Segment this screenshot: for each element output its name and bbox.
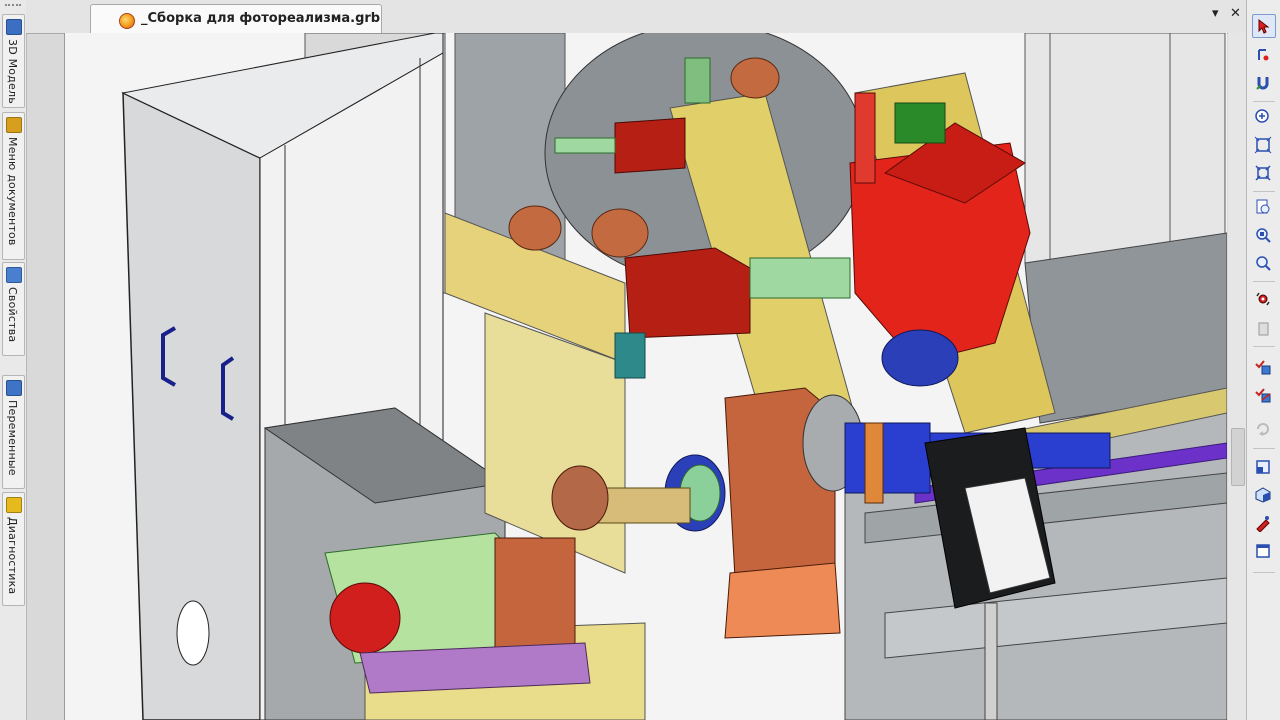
tab-list-dropdown[interactable]: ▾ xyxy=(1212,6,1219,21)
copy-view-icon xyxy=(1258,322,1269,336)
view-cube-button[interactable] xyxy=(1252,456,1274,478)
fit-window-icon xyxy=(1254,136,1272,154)
toolbar-separator xyxy=(1253,191,1275,192)
tab-document-menu[interactable]: Меню документов xyxy=(2,112,25,260)
document-tab-title: _Сборка для фотореализма.grb xyxy=(141,11,381,26)
viewport-scrollbar[interactable] xyxy=(1228,33,1246,720)
tab-diagnostics[interactable]: Диагностика xyxy=(2,492,25,606)
refresh-button[interactable] xyxy=(1252,418,1274,440)
frame-button[interactable] xyxy=(1252,540,1274,562)
select-button[interactable] xyxy=(1252,14,1276,38)
tab-3d-model-label: 3D Модель xyxy=(6,39,19,104)
tab-variables[interactable]: Переменные xyxy=(2,375,25,489)
select-icon xyxy=(1258,18,1270,34)
frame-icon xyxy=(1256,544,1270,558)
tab-diagnostics-label: Диагностика xyxy=(6,517,19,595)
zoom-page-button[interactable] xyxy=(1252,196,1274,218)
left-dock-panel: 3D Модель Меню документов Свойства Перем… xyxy=(0,0,27,720)
toolbar-separator xyxy=(1253,281,1275,282)
tab-properties[interactable]: Свойства xyxy=(2,262,25,356)
refresh-icon xyxy=(1257,423,1269,436)
view-cube-icon xyxy=(1256,460,1270,474)
3d-viewport[interactable] xyxy=(64,33,1227,720)
toolbar-separator xyxy=(1253,448,1275,449)
visibility-icon xyxy=(1255,360,1271,375)
render-button[interactable] xyxy=(1252,512,1274,534)
render-icon xyxy=(1256,516,1270,532)
zoom-out-button[interactable] xyxy=(1252,252,1274,274)
document-menu-icon xyxy=(6,117,22,133)
machine-3d-render[interactable] xyxy=(65,33,1227,720)
zoom-extents-button[interactable] xyxy=(1252,162,1274,184)
assembly-document-icon xyxy=(119,13,135,29)
toolbar-separator xyxy=(1253,346,1275,347)
rotate-button[interactable] xyxy=(1252,288,1274,310)
magnet-icon xyxy=(1256,77,1269,90)
dock-grip[interactable] xyxy=(5,4,21,10)
zoom-page-icon xyxy=(1256,199,1270,214)
zoom-in-button[interactable] xyxy=(1252,106,1274,128)
tab-properties-label: Свойства xyxy=(6,287,19,343)
zoom-out-icon xyxy=(1256,256,1271,271)
zoom-in-icon xyxy=(1255,109,1269,123)
tab-document-menu-label: Меню документов xyxy=(6,137,19,246)
diagnostics-icon xyxy=(6,497,22,513)
toolbar-separator xyxy=(1253,572,1275,573)
rotate-icon xyxy=(1256,292,1270,306)
properties-icon xyxy=(6,267,22,283)
zoom-extents-icon xyxy=(1255,165,1271,181)
copy-view-button[interactable] xyxy=(1252,318,1274,340)
model-tree-icon xyxy=(6,19,22,35)
toolbar-separator xyxy=(1253,101,1275,102)
variables-icon xyxy=(6,380,22,396)
shaded-cube-button[interactable] xyxy=(1252,484,1274,506)
zoom-window-button[interactable] xyxy=(1252,224,1274,246)
zoom-window-icon xyxy=(1256,228,1271,243)
tab-3d-model[interactable]: 3D Модель xyxy=(2,14,25,108)
document-tab[interactable]: _Сборка для фотореализма.grb xyxy=(90,4,382,33)
document-tab-bar: _Сборка для фотореализма.grb ▾ ✕ xyxy=(26,0,1246,34)
shaded-cube-icon xyxy=(1255,487,1271,503)
visibility-toggle-icon xyxy=(1255,388,1271,403)
fit-window-button[interactable] xyxy=(1252,134,1274,156)
snap-button[interactable] xyxy=(1252,44,1274,66)
visibility-toggle-button[interactable] xyxy=(1252,384,1274,406)
scrollbar-thumb[interactable] xyxy=(1231,428,1245,486)
view-toolbar xyxy=(1246,0,1280,720)
close-document-button[interactable]: ✕ xyxy=(1230,6,1241,21)
snap-icon xyxy=(1258,49,1269,61)
tab-variables-label: Переменные xyxy=(6,400,19,476)
magnet-button[interactable] xyxy=(1252,72,1274,94)
visibility-button[interactable] xyxy=(1252,356,1274,378)
